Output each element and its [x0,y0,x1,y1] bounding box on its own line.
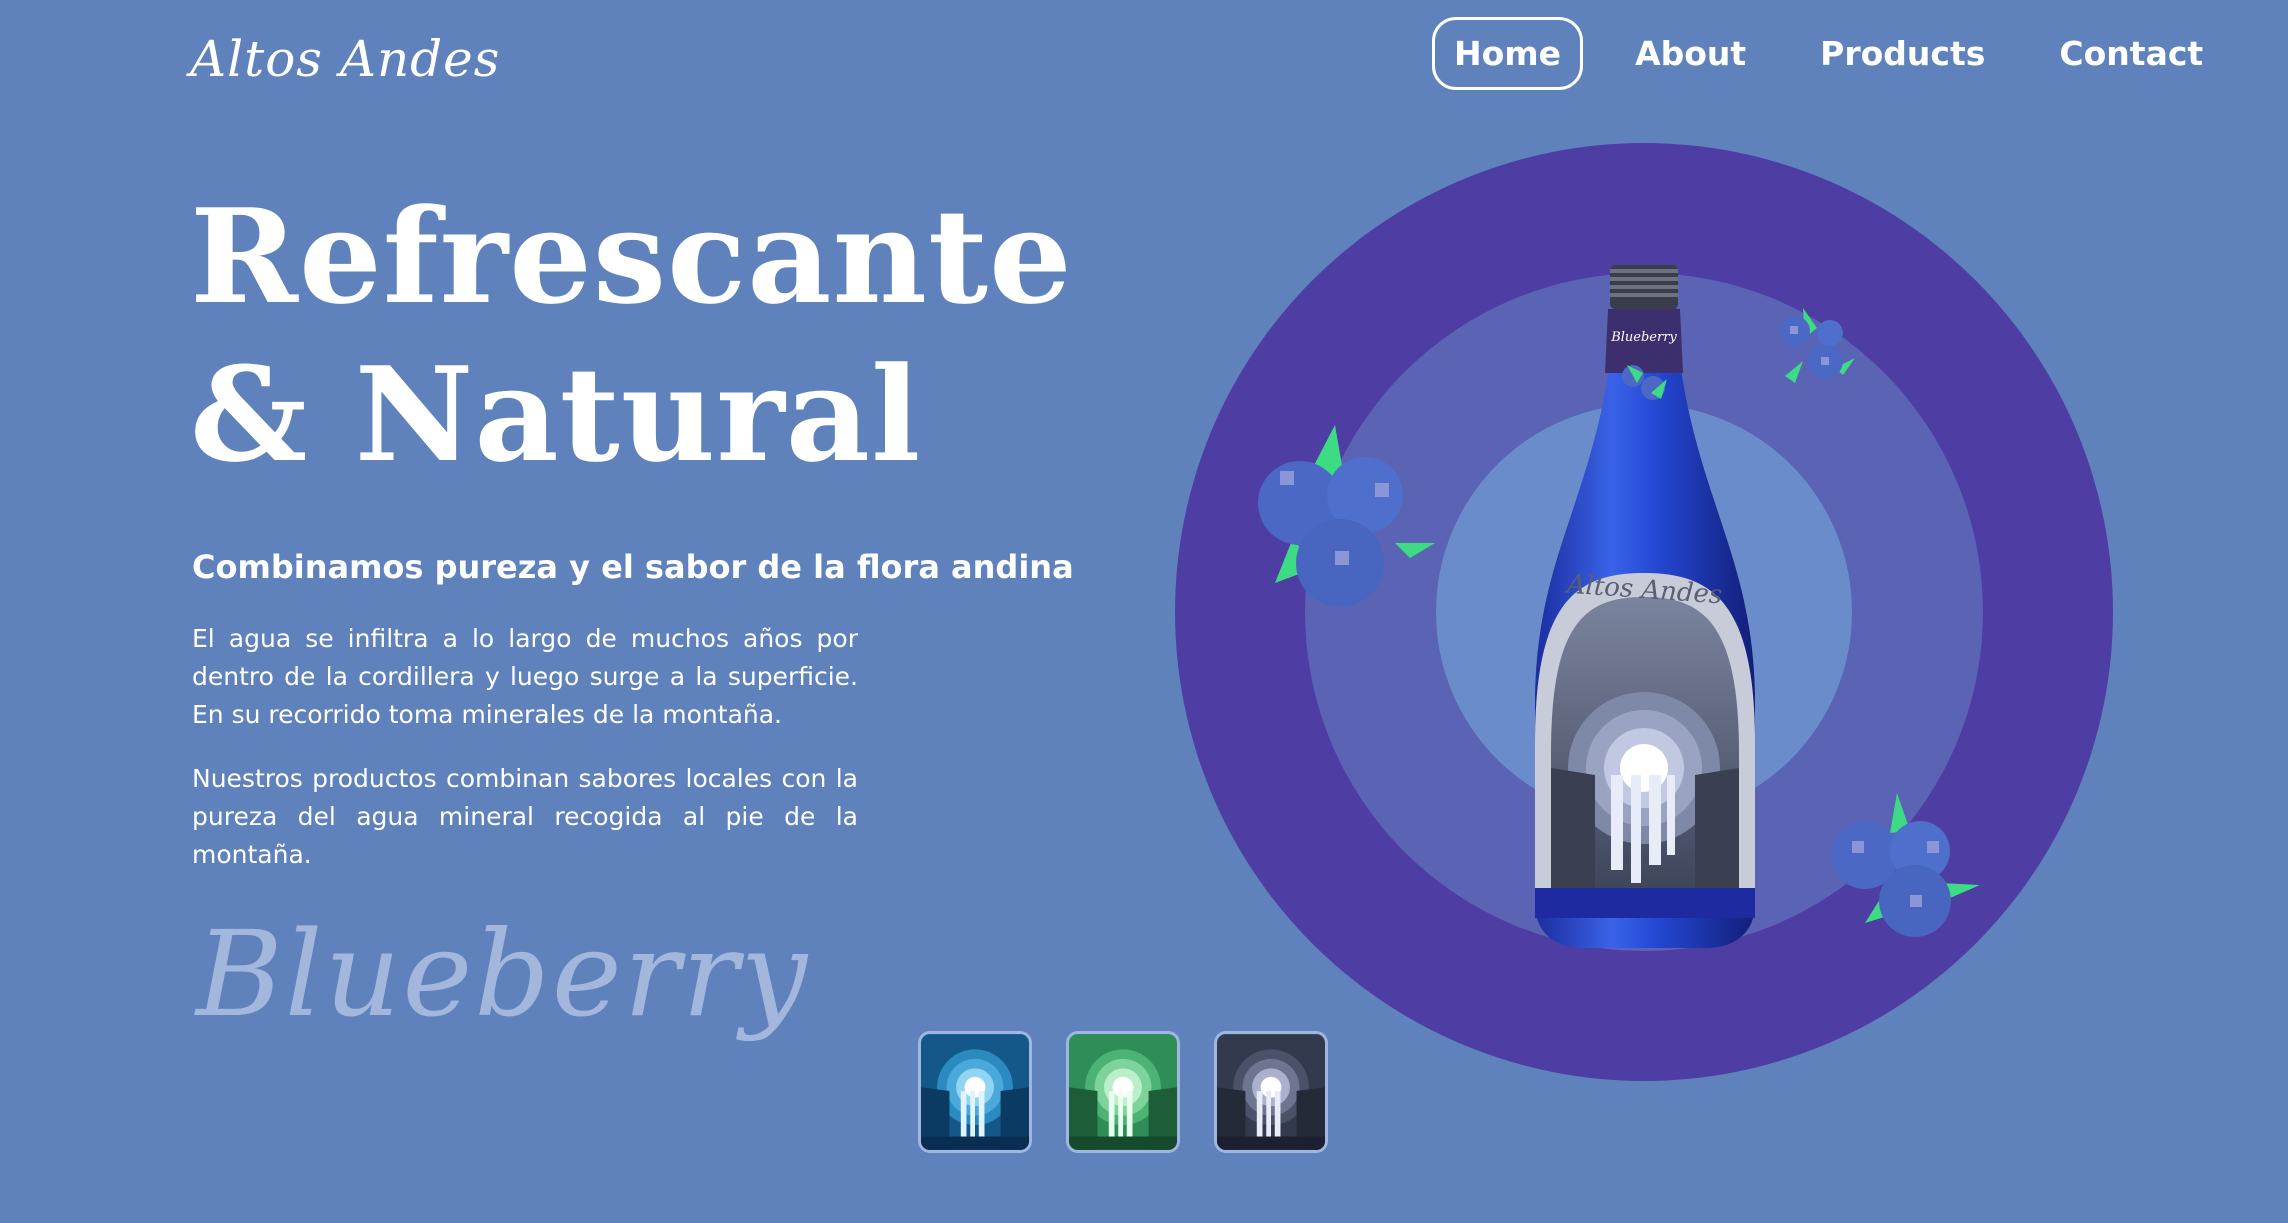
nav-about[interactable]: About [1613,17,1768,90]
product-showcase: Blueberry Altos Andes [1175,143,2113,1081]
hero-paragraph-1: El agua se infiltra a lo largo de muchos… [192,624,858,729]
brand-logo[interactable]: Altos Andes [190,30,500,88]
headline-line-1: Refrescante [190,180,1073,333]
thumbnail-blue[interactable] [918,1031,1032,1153]
waterfall-thumbnail-green [1069,1034,1177,1150]
nav-contact[interactable]: Contact [2037,17,2225,90]
main-nav: Home About Products Contact [1432,17,2255,90]
flavor-name: Blueberry [196,905,810,1043]
waterfall-thumbnail-blue [921,1034,1029,1150]
thumbnail-green[interactable] [1066,1031,1180,1153]
headline-line-2: & Natural [190,338,922,491]
product-art: Blueberry Altos Andes [1175,143,2113,1081]
nav-products[interactable]: Products [1798,17,2007,90]
bottle-flavor-label: Blueberry [1610,330,1677,345]
hero-subheading: Combinamos pureza y el sabor de la flora… [192,548,1074,586]
nav-home[interactable]: Home [1432,17,1584,90]
hero-headline: Refrescante & Natural [190,178,1073,494]
hero-paragraph-2: Nuestros productos combinan sabores loca… [192,764,858,869]
